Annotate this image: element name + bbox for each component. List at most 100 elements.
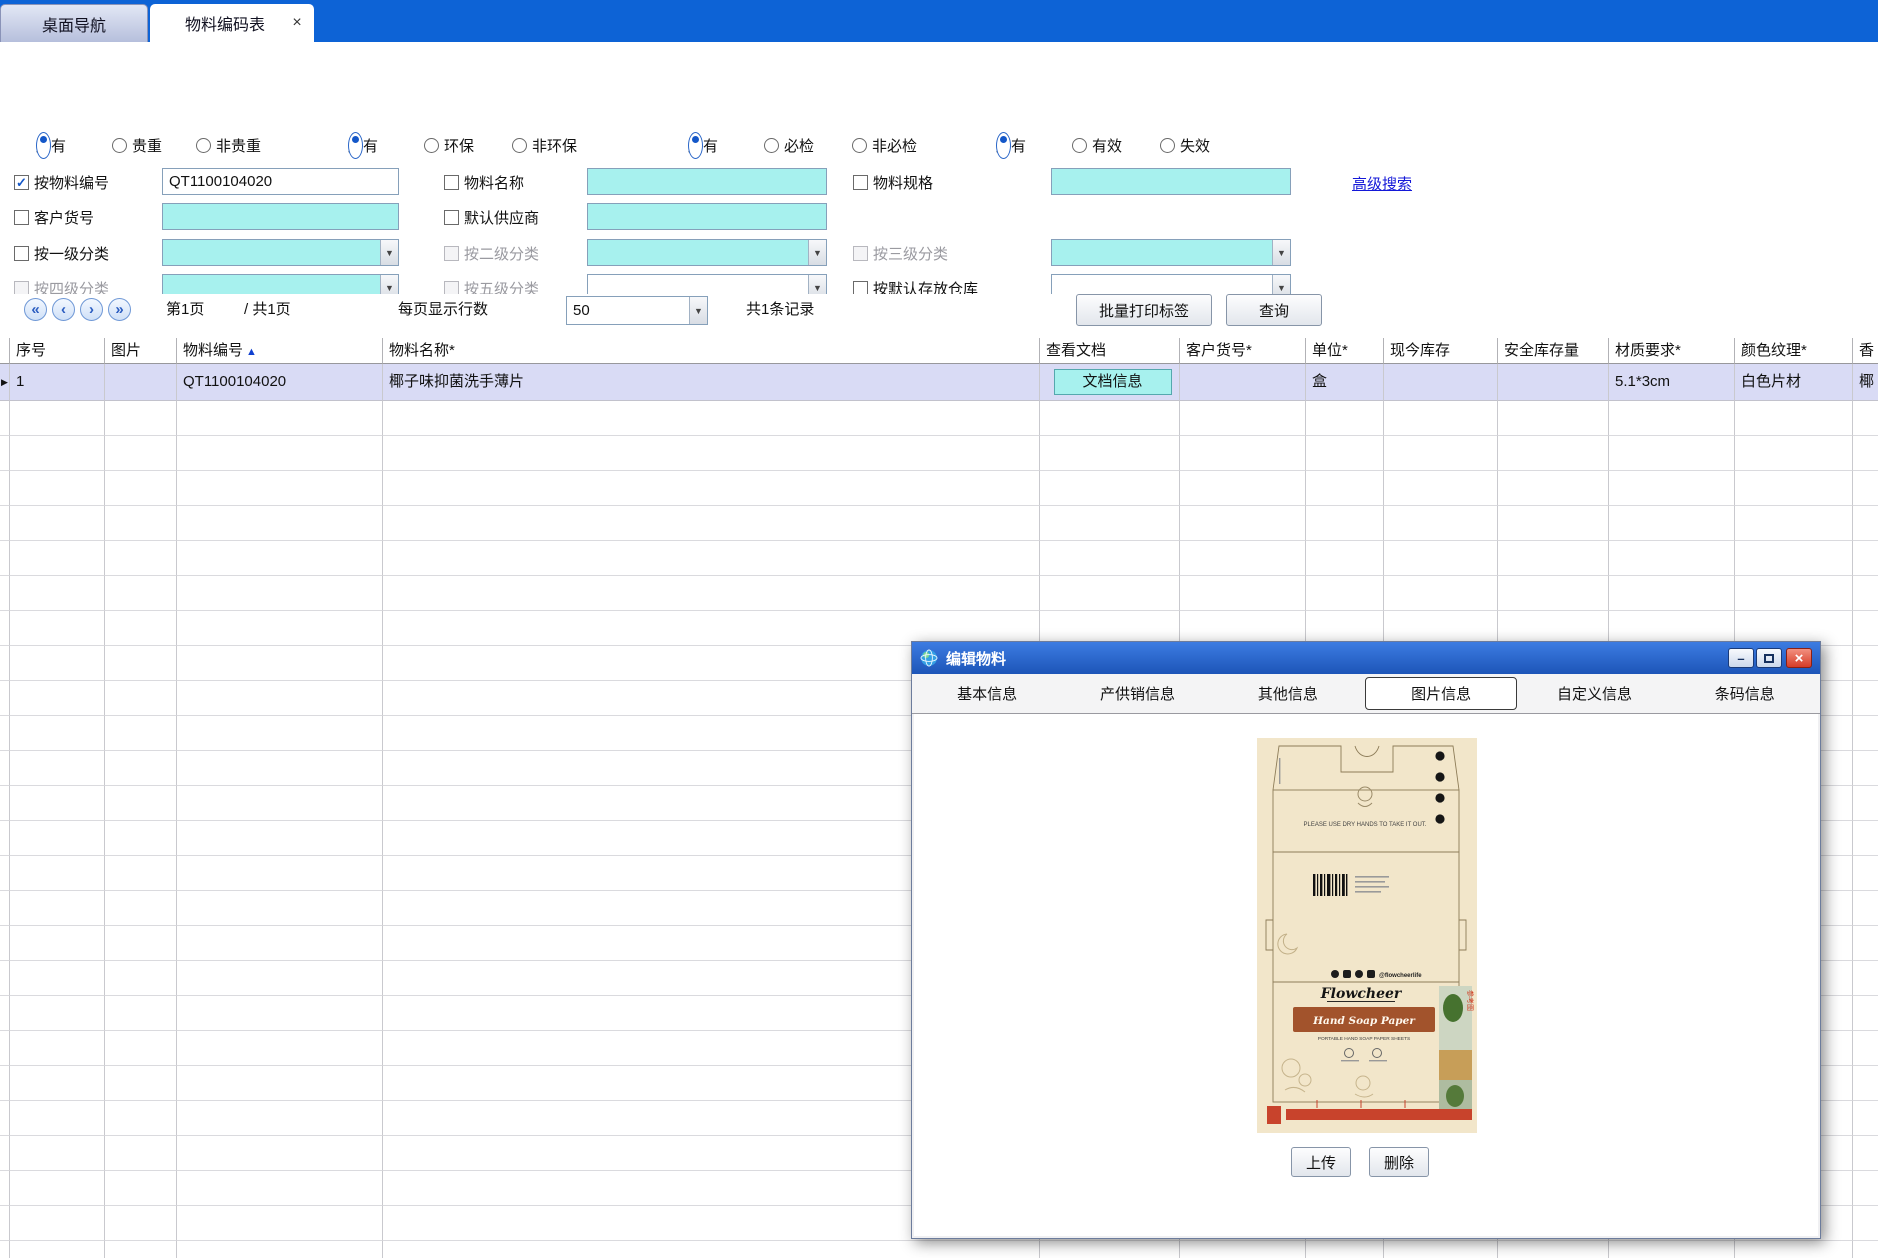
tab-material-code-table[interactable]: 物料编码表 × [150, 4, 314, 42]
query-button[interactable]: 查询 [1226, 294, 1322, 326]
radio-invalid[interactable]: 失效 [1160, 134, 1210, 156]
table-cell [0, 751, 10, 786]
table-cell [105, 1101, 177, 1136]
category1-select[interactable]: ▼ [162, 239, 399, 266]
tab-supply-info[interactable]: 产供销信息 [1062, 674, 1212, 713]
filter-material-name-checkbox[interactable]: 物料名称 [444, 168, 524, 196]
table-row[interactable] [0, 1241, 1878, 1258]
radio-inspect-all[interactable]: 所有 [688, 134, 718, 156]
filter-category3-checkbox[interactable]: 按三级分类 [853, 239, 948, 267]
checkbox-icon [853, 246, 868, 261]
table-cell [383, 576, 1040, 611]
material-code-input[interactable] [162, 168, 399, 195]
upload-button[interactable]: 上传 [1291, 1147, 1351, 1177]
table-cell [1853, 821, 1878, 856]
next-page-button[interactable]: › [80, 298, 103, 321]
tab-desktop-navigation[interactable]: 桌面导航 [0, 4, 148, 42]
batch-print-labels-button[interactable]: 批量打印标签 [1076, 294, 1212, 326]
advanced-search-link[interactable]: 高级搜索 [1352, 173, 1412, 194]
table-cell [177, 506, 383, 541]
close-tab-icon[interactable]: × [288, 14, 306, 32]
tab-custom-info[interactable]: 自定义信息 [1519, 674, 1669, 713]
radio-precious[interactable]: 贵重 [112, 134, 162, 156]
cell-unit: 盒 [1306, 364, 1384, 401]
minimize-button[interactable]: – [1728, 648, 1754, 668]
last-page-button[interactable]: » [108, 298, 131, 321]
header-current-stock[interactable]: 现今库存 [1384, 338, 1498, 364]
radio-must-inspect[interactable]: 必检 [764, 134, 814, 156]
header-unit[interactable]: 单位* [1306, 338, 1384, 364]
category3-select[interactable]: ▼ [1051, 239, 1291, 266]
filter-customer-item-checkbox[interactable]: 客户货号 [14, 203, 94, 231]
svg-text:Hand Soap Paper: Hand Soap Paper [1312, 1015, 1416, 1027]
header-fragrance[interactable]: 香 [1853, 338, 1878, 364]
minimize-icon: – [1737, 652, 1744, 665]
table-cell [0, 891, 10, 926]
table-row[interactable] [0, 576, 1878, 611]
table-row[interactable] [0, 401, 1878, 436]
header-color-texture[interactable]: 颜色纹理* [1735, 338, 1853, 364]
filter-default-supplier-checkbox[interactable]: 默认供应商 [444, 203, 539, 231]
table-cell [1735, 471, 1853, 506]
header-seq[interactable]: 序号 [10, 338, 105, 364]
material-name-input[interactable] [587, 168, 827, 195]
radio-label: 环保 [444, 135, 474, 156]
tab-basic-info[interactable]: 基本信息 [912, 674, 1062, 713]
table-cell [1609, 506, 1735, 541]
table-cell [1180, 436, 1306, 471]
dialog-title: 编辑物料 [946, 648, 1006, 669]
checkbox-label: 按物料编号 [34, 172, 109, 193]
tab-image-info[interactable]: 图片信息 [1365, 677, 1517, 710]
radio-eco[interactable]: 环保 [424, 134, 474, 156]
radio-eco-all[interactable]: 所有 [348, 134, 378, 156]
table-cell [1609, 471, 1735, 506]
radio-precious-all[interactable]: 所有 [36, 134, 66, 156]
category2-select[interactable]: ▼ [587, 239, 827, 266]
table-row[interactable] [0, 436, 1878, 471]
maximize-button[interactable] [1756, 648, 1782, 668]
doc-info-button[interactable]: 文档信息 [1054, 369, 1172, 395]
header-label: 物料编号 [183, 342, 243, 359]
table-cell [105, 1136, 177, 1171]
filter-material-code-checkbox[interactable]: ✓ 按物料编号 [14, 168, 109, 196]
first-page-button[interactable]: « [24, 298, 47, 321]
table-cell [105, 786, 177, 821]
table-cell [10, 891, 105, 926]
tab-barcode-info[interactable]: 条码信息 [1670, 674, 1820, 713]
radio-valid-all[interactable]: 所有 [996, 134, 1026, 156]
globe-icon [920, 649, 938, 667]
rows-per-page-select[interactable]: 50 ▼ [566, 296, 708, 325]
radio-non-eco[interactable]: 非环保 [512, 134, 577, 156]
table-row-selected[interactable]: ▶ 1 QT1100104020 椰子味抑菌洗手薄片 文档信息 盒 5.1*3c… [0, 364, 1878, 401]
header-view-doc[interactable]: 查看文档 [1040, 338, 1180, 364]
pager-bar: « ‹ › » 第1页 / 共1页 每页显示行数 50 ▼ 共1条记录 批量打印… [0, 294, 1878, 336]
table-cell [177, 1066, 383, 1101]
header-safety-stock[interactable]: 安全库存量 [1498, 338, 1609, 364]
table-cell [1180, 471, 1306, 506]
table-cell [105, 1206, 177, 1241]
table-row[interactable] [0, 541, 1878, 576]
radio-non-precious[interactable]: 非贵重 [196, 134, 261, 156]
close-button[interactable]: × [1786, 648, 1812, 668]
tab-other-info[interactable]: 其他信息 [1213, 674, 1363, 713]
default-supplier-input[interactable] [587, 203, 827, 230]
table-row[interactable] [0, 506, 1878, 541]
header-material-name[interactable]: 物料名称* [383, 338, 1040, 364]
dialog-titlebar: 编辑物料 – × [912, 642, 1820, 674]
table-cell [1306, 1241, 1384, 1258]
header-customer-item[interactable]: 客户货号* [1180, 338, 1306, 364]
filter-material-spec-checkbox[interactable]: 物料规格 [853, 168, 933, 196]
radio-non-must-inspect[interactable]: 非必检 [852, 134, 917, 156]
prev-page-button[interactable]: ‹ [52, 298, 75, 321]
header-material-code[interactable]: 物料编号▲ [177, 338, 383, 364]
header-material-requirement[interactable]: 材质要求* [1609, 338, 1735, 364]
filter-category2-checkbox[interactable]: 按二级分类 [444, 239, 539, 267]
radio-valid[interactable]: 有效 [1072, 134, 1122, 156]
customer-item-input[interactable] [162, 203, 399, 230]
material-spec-input[interactable] [1051, 168, 1291, 195]
header-image[interactable]: 图片 [105, 338, 177, 364]
delete-button[interactable]: 删除 [1369, 1147, 1429, 1177]
table-row[interactable] [0, 471, 1878, 506]
maximize-icon [1764, 654, 1774, 663]
filter-category1-checkbox[interactable]: 按一级分类 [14, 239, 109, 267]
